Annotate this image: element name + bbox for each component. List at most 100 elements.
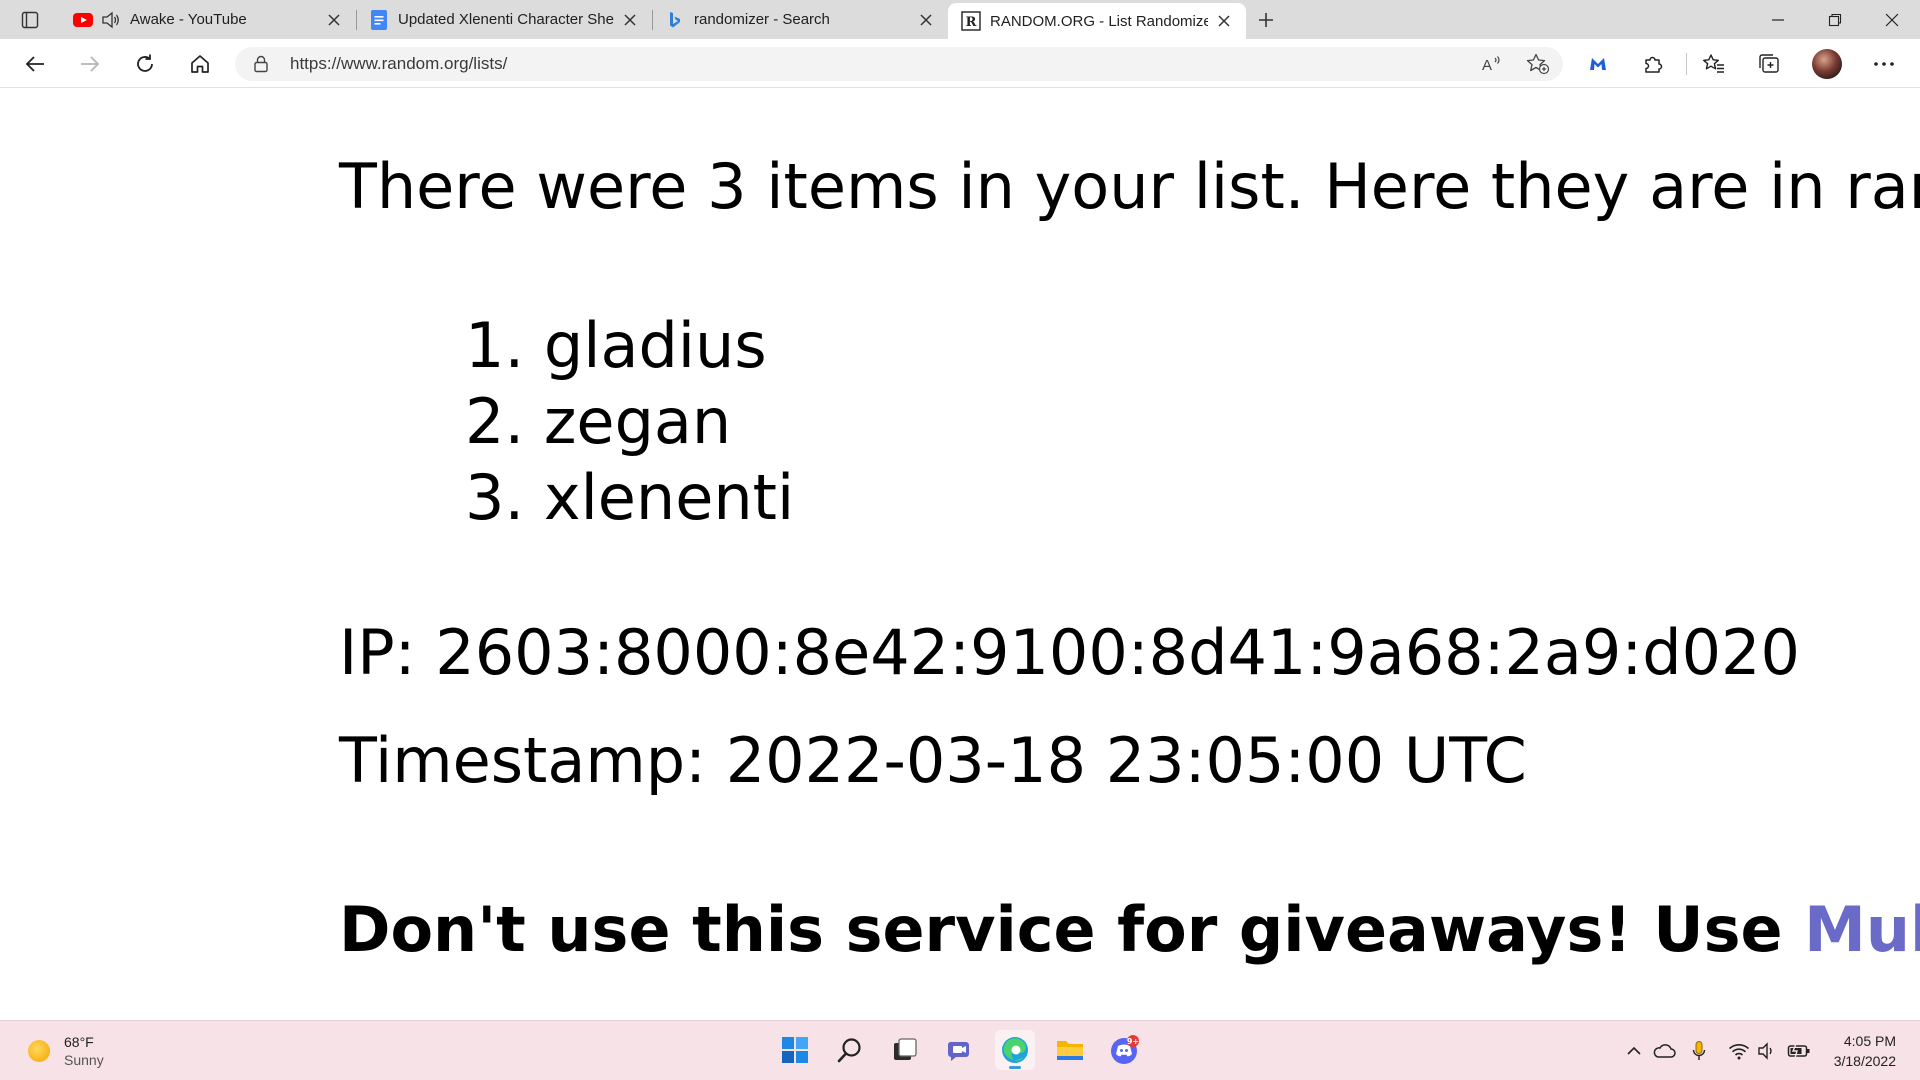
chevron-up-icon (1627, 1046, 1641, 1055)
extensions-button[interactable] (1635, 46, 1671, 82)
forward-arrow-icon (81, 56, 100, 72)
volume-icon (1758, 1042, 1772, 1060)
close-tab-icon[interactable] (1214, 11, 1234, 31)
restore-icon (1828, 13, 1841, 26)
profile-avatar[interactable] (1812, 49, 1842, 79)
list-number: 3. (465, 461, 525, 534)
settings-menu-button[interactable] (1866, 46, 1902, 82)
address-bar[interactable]: https://www.random.org/lists/ A (235, 47, 1563, 81)
task-view-button[interactable] (885, 1030, 925, 1070)
clock-time: 4:05 PM (1843, 1033, 1896, 1049)
battery-button[interactable] (1787, 1039, 1811, 1063)
svg-text:R: R (966, 15, 977, 30)
ip-label: IP: (339, 616, 416, 689)
clock[interactable]: 4:05 PM 3/18/2022 (1834, 1031, 1896, 1071)
timestamp-line: Timestamp: 2022-03-18 23:05:00 UTC (339, 724, 1527, 797)
list-item-text: xlenenti (543, 461, 795, 534)
list-number: 2. (465, 385, 525, 458)
list-number: 1. (465, 309, 525, 382)
more-icon (1874, 62, 1894, 66)
google-docs-icon (368, 9, 390, 31)
discord-button[interactable]: 9+ (1105, 1030, 1145, 1070)
edge-icon (1002, 1037, 1028, 1063)
add-favorite-button[interactable] (1523, 50, 1553, 78)
page-content: There were 3 items in your list. Here th… (0, 88, 1920, 1020)
tab-title: RANDOM.ORG - List Randomizer (990, 12, 1208, 30)
close-tab-icon[interactable] (916, 10, 936, 30)
home-icon (191, 55, 209, 73)
youtube-icon (72, 9, 94, 31)
clock-date: 3/18/2022 (1833, 1053, 1896, 1069)
wifi-icon (1728, 1044, 1750, 1060)
refresh-button[interactable] (127, 46, 163, 82)
tab-random-org[interactable]: R RANDOM.ORG - List Randomizer (948, 3, 1246, 39)
weather-condition: Sunny (64, 1052, 104, 1068)
minimize-button[interactable] (1749, 0, 1806, 39)
back-arrow-icon (25, 56, 44, 72)
start-button[interactable] (775, 1030, 815, 1070)
new-tab-button[interactable] (1246, 0, 1286, 39)
tab-bing-search[interactable]: randomizer - Search (652, 0, 948, 39)
close-window-button[interactable] (1863, 0, 1920, 39)
show-hidden-icons-button[interactable] (1622, 1039, 1646, 1063)
timestamp-label: Timestamp: (339, 724, 706, 797)
multi-round-giveaways-link[interactable]: Multi-Round Giveaways (1804, 893, 1920, 966)
folder-icon (1057, 1041, 1083, 1060)
speaker-icon[interactable] (100, 9, 122, 31)
file-explorer-button[interactable] (1050, 1030, 1090, 1070)
randomized-list: 1. gladius 2. zegan 3. xlenenti (465, 308, 794, 536)
collections-button[interactable] (1751, 46, 1787, 82)
search-icon (837, 1038, 861, 1063)
list-item: 1. gladius (465, 308, 794, 384)
giveaway-warning: Don't use this service for giveaways! Us… (339, 893, 1920, 966)
ip-line: IP: 2603:8000:8e42:9100:8d41:9a68:2a9:d0… (339, 616, 1800, 689)
tab-youtube[interactable]: Awake - YouTube (60, 0, 356, 39)
star-add-icon (1526, 53, 1550, 75)
result-intro: There were 3 items in your list. Here th… (339, 150, 1920, 223)
read-aloud-icon: A (1482, 56, 1500, 74)
tab-actions-icon (21, 11, 39, 28)
malwarebytes-icon (1590, 58, 1606, 70)
random-org-icon: R (960, 10, 982, 32)
microphone-icon (1692, 1041, 1706, 1060)
plus-icon (1259, 12, 1273, 27)
windows-logo-icon (782, 1037, 808, 1063)
notification-badge: 9+ (1127, 1037, 1139, 1046)
home-button[interactable] (182, 46, 218, 82)
teams-chat-button[interactable] (940, 1030, 980, 1070)
restore-button[interactable] (1806, 0, 1863, 39)
active-indicator (1009, 1066, 1021, 1069)
search-button[interactable] (830, 1030, 870, 1070)
cloud-icon (1653, 1044, 1676, 1058)
task-view-icon (894, 1038, 917, 1060)
svg-text:A: A (1482, 57, 1492, 74)
weather-widget[interactable]: 68°F Sunny (28, 1033, 104, 1069)
close-icon (1885, 13, 1898, 26)
list-item: 2. zegan (465, 384, 794, 460)
wifi-button[interactable] (1727, 1039, 1751, 1063)
close-tab-icon[interactable] (620, 10, 640, 30)
favorites-button[interactable] (1696, 46, 1732, 82)
tab-actions-button[interactable] (0, 0, 60, 39)
microphone-button[interactable] (1687, 1039, 1711, 1063)
edge-taskbar-button[interactable] (995, 1030, 1035, 1070)
sun-icon (28, 1040, 50, 1062)
back-button[interactable] (17, 46, 53, 82)
read-aloud-button[interactable]: A (1477, 50, 1507, 78)
ip-value: 2603:8000:8e42:9100:8d41:9a68:2a9:d020 (435, 616, 1800, 689)
tab-title: randomizer - Search (694, 11, 830, 28)
onedrive-button[interactable] (1652, 1039, 1676, 1063)
tab-google-doc[interactable]: Updated Xlenenti Character Shee (356, 0, 652, 39)
chat-icon (947, 1042, 969, 1061)
forward-button[interactable] (72, 46, 108, 82)
address-url[interactable]: https://www.random.org/lists/ (290, 47, 507, 81)
weather-temp: 68°F (64, 1034, 94, 1050)
warning-text: Don't use this service for giveaways! Us… (339, 893, 1805, 966)
close-tab-icon[interactable] (324, 10, 344, 30)
malwarebytes-extension-button[interactable] (1580, 46, 1616, 82)
discord-icon: 9+ (1111, 1035, 1139, 1064)
lock-icon[interactable] (253, 55, 269, 77)
window-controls (1749, 0, 1920, 39)
tab-title: Updated Xlenenti Character Shee (398, 11, 614, 28)
volume-button[interactable] (1755, 1039, 1779, 1063)
